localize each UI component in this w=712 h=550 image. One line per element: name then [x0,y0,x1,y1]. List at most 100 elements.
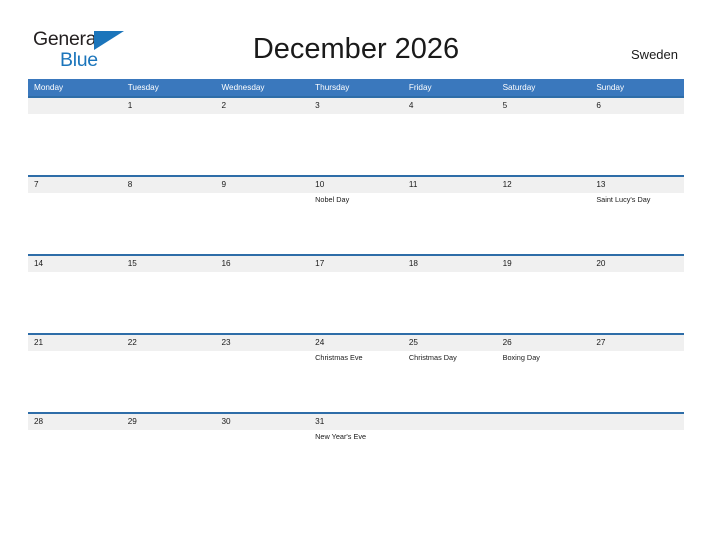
day-cell[interactable]: Boxing Day [497,351,591,412]
page-title: December 2026 [252,33,460,65]
day-number[interactable]: 7 [28,177,122,193]
day-cell[interactable] [403,272,497,333]
day-number[interactable]: 26 [497,335,591,351]
day-number[interactable]: 17 [309,256,403,272]
week-daynumber-band: 1 2 3 4 5 6 [28,98,684,114]
week-event-band: New Year's Eve [28,430,684,491]
day-cell[interactable] [28,351,122,412]
weekday-header-wednesday: Wednesday [221,83,265,92]
week-daynumber-band: 7 8 9 10 11 12 13 [28,177,684,193]
weekday-header-tuesday: Tuesday [127,83,159,92]
week-event-band: Nobel Day Saint Lucy's Day [28,193,684,254]
day-number[interactable]: 13 [590,177,684,193]
day-cell[interactable] [28,272,122,333]
day-number[interactable] [590,414,684,430]
day-cell[interactable]: New Year's Eve [309,430,403,491]
day-cell[interactable]: Nobel Day [309,193,403,254]
day-number[interactable]: 6 [590,98,684,114]
day-cell[interactable] [590,430,684,491]
country-label: Sweden [631,47,678,62]
day-number[interactable]: 24 [309,335,403,351]
day-number[interactable]: 27 [590,335,684,351]
week-row: 7 8 9 10 11 12 13 Nobel Day Saint Lucy's… [28,175,684,254]
day-number[interactable]: 11 [403,177,497,193]
day-cell[interactable] [28,430,122,491]
day-number[interactable] [403,414,497,430]
day-cell[interactable] [215,114,309,175]
day-number[interactable]: 20 [590,256,684,272]
weekday-header-row: Monday Tuesday Wednesday Thursday Friday… [28,79,684,96]
calendar-grid: Monday Tuesday Wednesday Thursday Friday… [28,79,684,491]
day-cell[interactable]: Christmas Eve [309,351,403,412]
day-cell[interactable] [497,193,591,254]
day-number[interactable]: 23 [215,335,309,351]
day-cell[interactable]: Christmas Day [403,351,497,412]
day-number[interactable]: 8 [122,177,216,193]
day-cell[interactable] [497,272,591,333]
day-cell[interactable] [497,430,591,491]
day-cell[interactable] [28,114,122,175]
day-number[interactable]: 25 [403,335,497,351]
day-cell[interactable] [590,351,684,412]
weekday-header-sunday: Sunday [596,83,625,92]
day-cell[interactable] [122,114,216,175]
event-label: Boxing Day [502,353,540,362]
week-row: 21 22 23 24 25 26 27 Christmas Eve Chris… [28,333,684,412]
day-number[interactable]: 10 [309,177,403,193]
day-number[interactable]: 22 [122,335,216,351]
day-cell[interactable] [215,272,309,333]
day-number[interactable]: 15 [122,256,216,272]
day-number[interactable]: 3 [309,98,403,114]
day-number[interactable]: 9 [215,177,309,193]
day-number[interactable]: 14 [28,256,122,272]
day-number[interactable]: 21 [28,335,122,351]
week-event-band [28,272,684,333]
day-cell[interactable] [403,430,497,491]
day-number[interactable]: 29 [122,414,216,430]
day-cell[interactable] [309,272,403,333]
event-label: New Year's Eve [315,432,367,441]
week-row: 1 2 3 4 5 6 [28,96,684,175]
day-number[interactable]: 28 [28,414,122,430]
day-number[interactable]: 18 [403,256,497,272]
day-number[interactable]: 16 [215,256,309,272]
day-cell[interactable] [403,193,497,254]
day-cell[interactable] [403,114,497,175]
weekday-header-saturday: Saturday [502,83,536,92]
week-row: 14 15 16 17 18 19 20 [28,254,684,333]
day-number[interactable]: 31 [309,414,403,430]
day-cell[interactable] [122,430,216,491]
day-number[interactable]: 12 [497,177,591,193]
week-daynumber-band: 21 22 23 24 25 26 27 [28,335,684,351]
day-cell[interactable] [215,351,309,412]
day-cell[interactable] [590,114,684,175]
day-cell[interactable]: Saint Lucy's Day [590,193,684,254]
weekday-header-monday: Monday [34,83,64,92]
week-event-band: Christmas Eve Christmas Day Boxing Day [28,351,684,412]
day-cell[interactable] [215,430,309,491]
week-row: 28 29 30 31 New Year's Eve [28,412,684,491]
day-cell[interactable] [215,193,309,254]
week-event-band [28,114,684,175]
day-number[interactable]: 30 [215,414,309,430]
day-number[interactable] [28,98,122,114]
event-label: Nobel Day [315,195,350,204]
day-cell[interactable] [122,272,216,333]
day-number[interactable]: 1 [122,98,216,114]
event-label: Christmas Day [408,353,457,362]
day-number[interactable]: 5 [497,98,591,114]
day-number[interactable]: 19 [497,256,591,272]
weekday-header-thursday: Thursday [315,83,350,92]
day-number[interactable] [497,414,591,430]
week-daynumber-band: 14 15 16 17 18 19 20 [28,256,684,272]
day-cell[interactable] [122,193,216,254]
day-cell[interactable] [28,193,122,254]
day-cell[interactable] [590,272,684,333]
event-label: Saint Lucy's Day [596,195,651,204]
event-label: Christmas Eve [315,353,363,362]
day-cell[interactable] [309,114,403,175]
day-cell[interactable] [122,351,216,412]
day-number[interactable]: 4 [403,98,497,114]
day-number[interactable]: 2 [215,98,309,114]
day-cell[interactable] [497,114,591,175]
